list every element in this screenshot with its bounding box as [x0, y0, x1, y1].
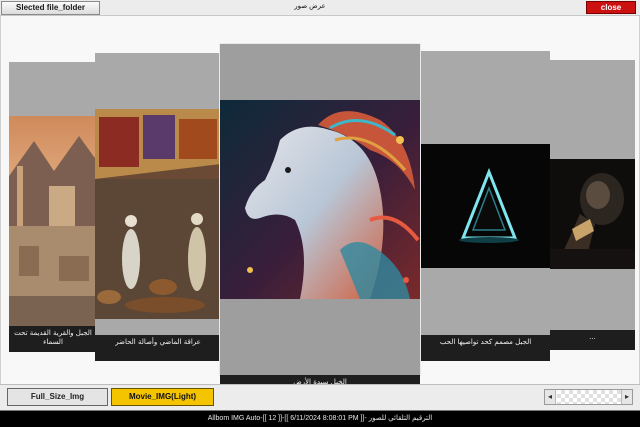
- top-toolbar: Slected file_folder عرض صور close: [0, 0, 640, 16]
- card-image-1: [9, 116, 97, 328]
- movie-image-tab[interactable]: Movie_IMG(Light): [111, 388, 214, 406]
- card-caption-4: الجبل مصمم كحد تواصيها الحب: [421, 335, 550, 361]
- window-title: عرض صور: [294, 3, 326, 10]
- carousel-card-1[interactable]: الجبل والقرية القديمة تحت السماء: [9, 62, 97, 352]
- bottom-toolbar: Full_Size_Img Movie_IMG(Light) ◂ ▸: [0, 384, 640, 410]
- card-caption-1: الجبل والقرية القديمة تحت السماء: [9, 326, 97, 352]
- card-caption-2: عراقة الماضي وأصالة الحاضر: [95, 335, 221, 361]
- status-bar: Allbom IMG Auto-[[ 12 ]]-[[ 6/11/2024 8:…: [0, 410, 640, 427]
- close-button[interactable]: close: [586, 1, 636, 14]
- horizontal-scrollbar[interactable]: ◂ ▸: [544, 389, 633, 405]
- card-caption-5: ...: [550, 330, 635, 350]
- carousel-card-5[interactable]: ...: [550, 60, 635, 350]
- full-size-image-tab[interactable]: Full_Size_Img: [7, 388, 108, 406]
- scroll-track[interactable]: [557, 390, 621, 404]
- card-image-3: [220, 100, 420, 299]
- image-carousel: الجبل والقرية القديمة تحت السماء عراقة ا…: [0, 16, 640, 395]
- select-folder-button[interactable]: Slected file_folder: [1, 1, 100, 15]
- scroll-left-arrow-icon[interactable]: ◂: [545, 390, 556, 404]
- card-image-5: [550, 159, 635, 269]
- scroll-right-arrow-icon[interactable]: ▸: [621, 390, 632, 404]
- carousel-card-4[interactable]: الجبل مصمم كحد تواصيها الحب: [421, 51, 550, 361]
- card-image-2: [95, 109, 221, 319]
- card-image-4: [421, 144, 550, 268]
- carousel-card-3[interactable]: الخيل سيدة الأرض: [219, 43, 421, 395]
- carousel-card-2[interactable]: عراقة الماضي وأصالة الحاضر: [95, 53, 221, 361]
